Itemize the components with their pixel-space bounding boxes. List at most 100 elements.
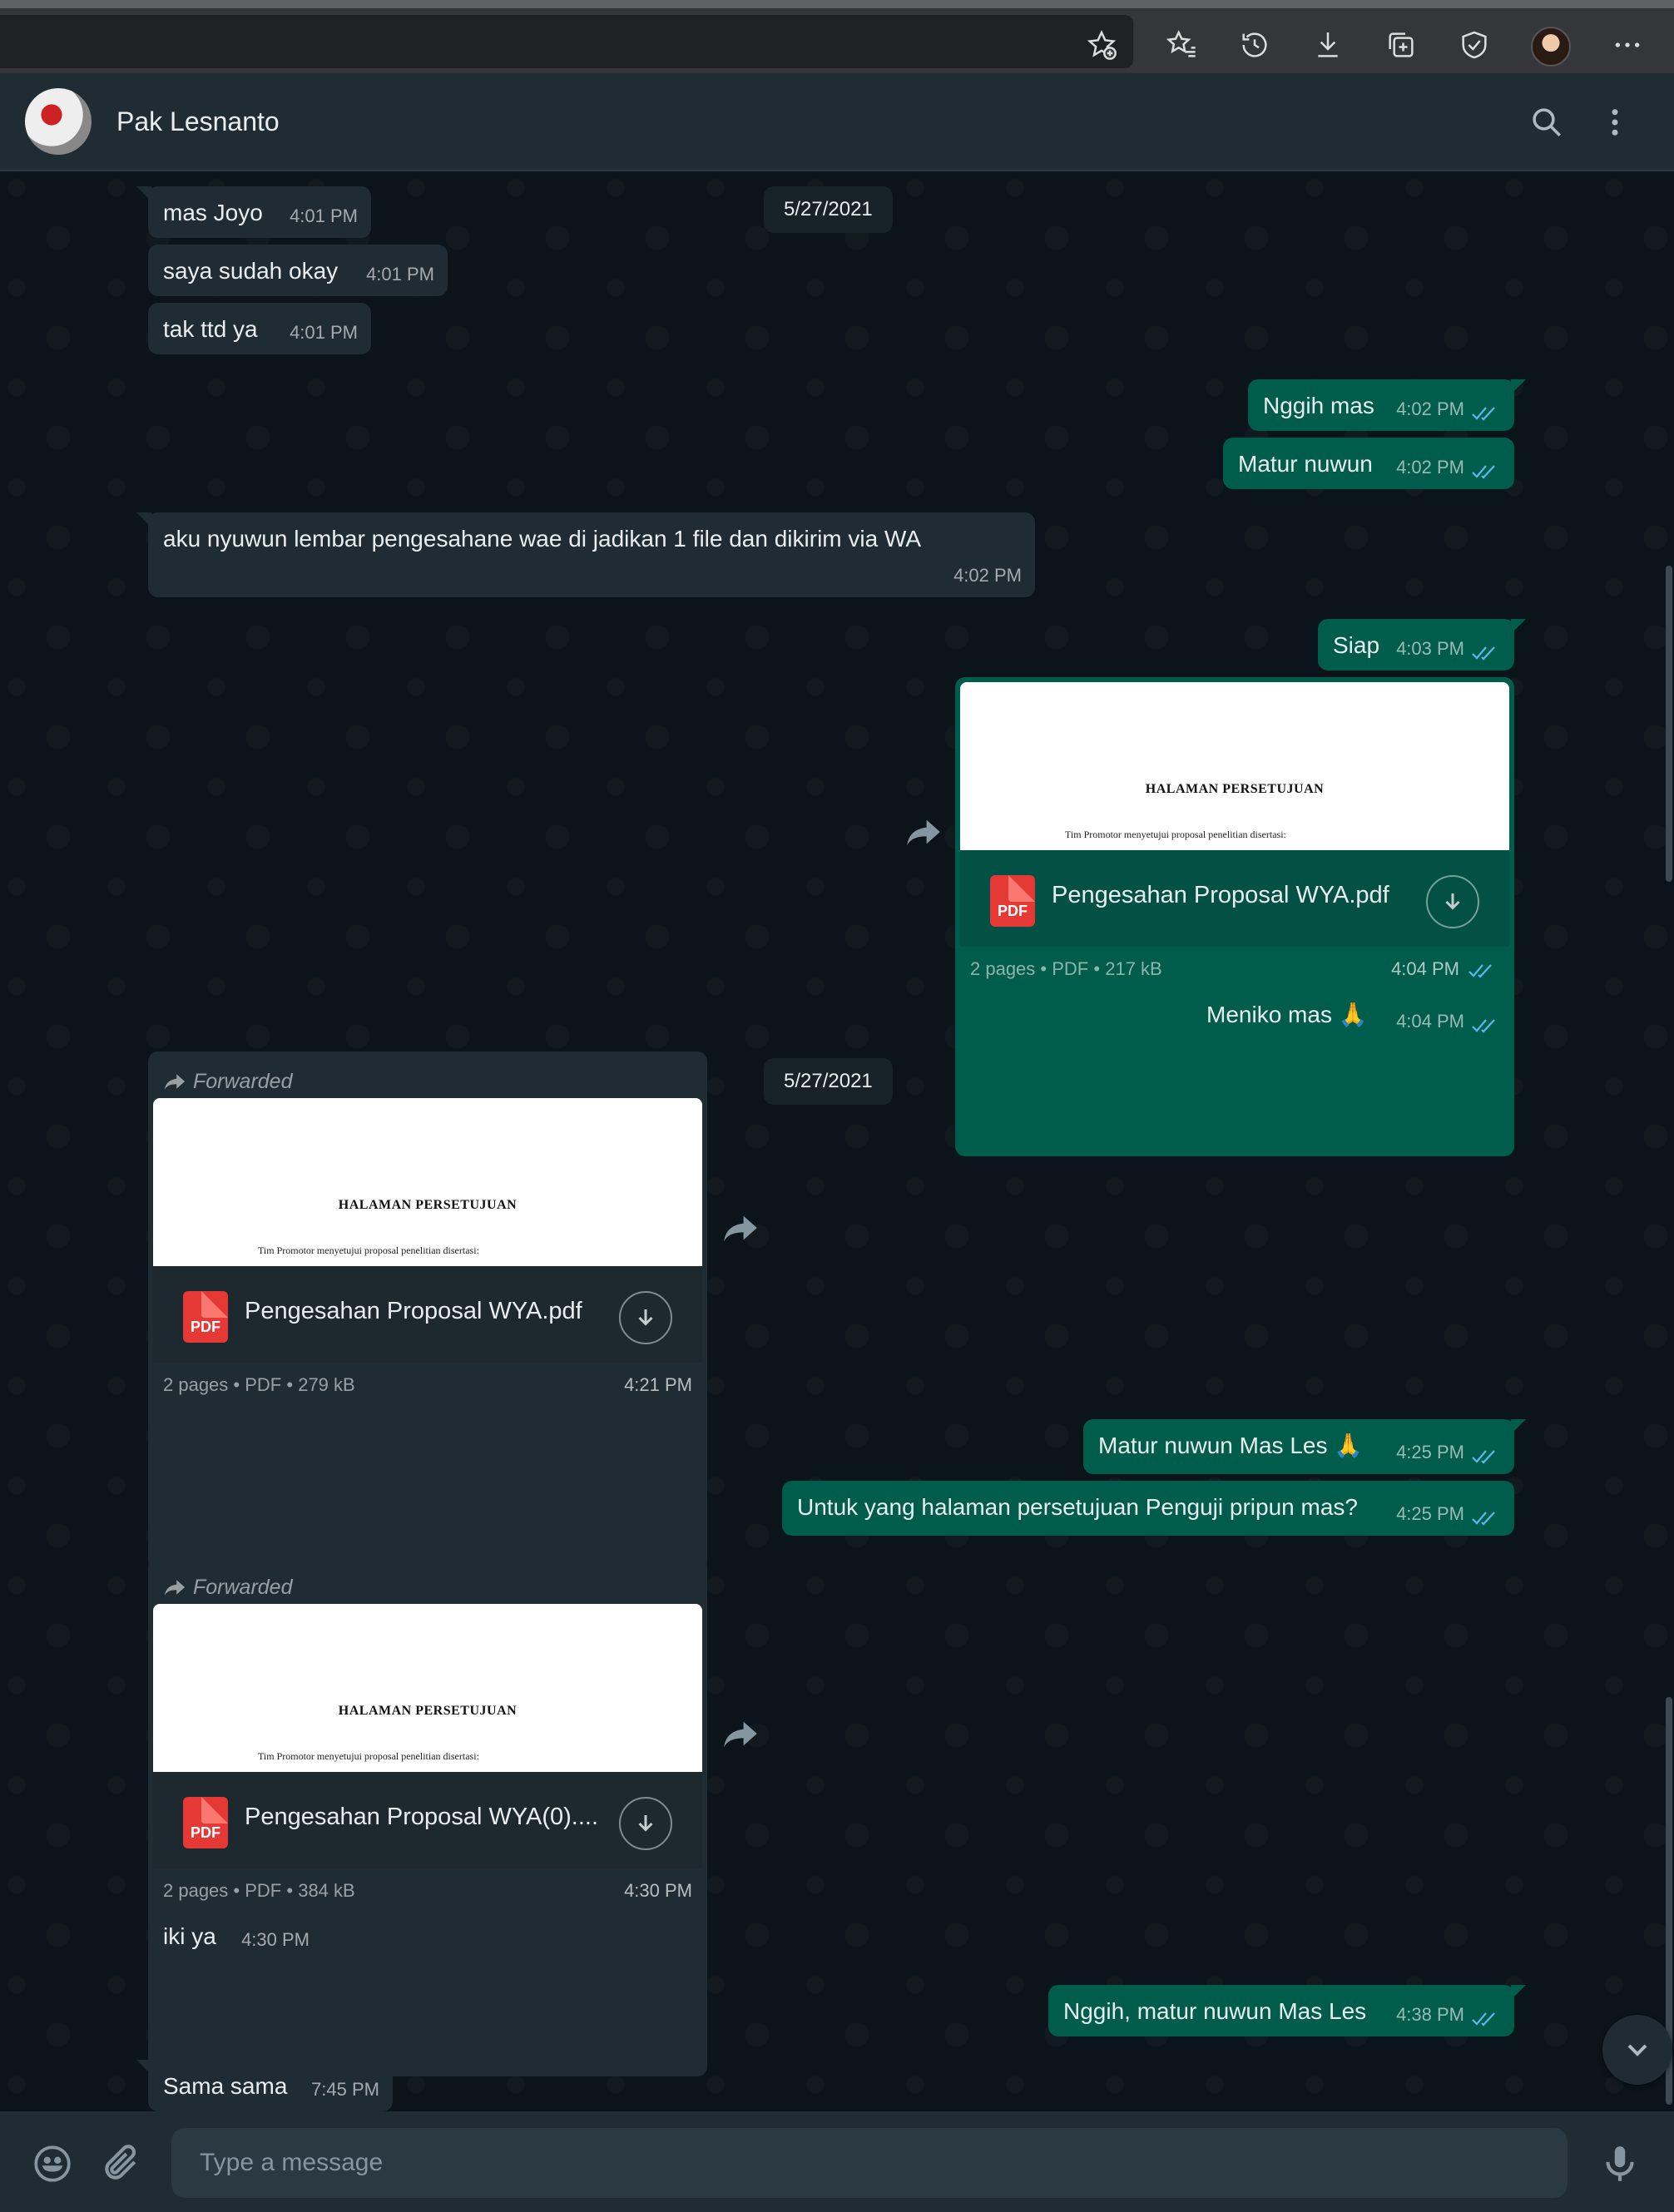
- preview-subtitle: Tim Promotor menyetujui proposal penelit…: [258, 1245, 479, 1256]
- meta-separator: •: [1093, 958, 1101, 979]
- message-incoming[interactable]: mas Joyo 4:01 PM: [136, 186, 371, 238]
- chevron-down-icon: [1627, 2044, 1647, 2056]
- download-button[interactable]: [619, 1797, 672, 1850]
- message-outgoing[interactable]: Siap 4:03 PM: [1318, 619, 1526, 671]
- document-row[interactable]: PDF Pengesahan Proposal WYA.pdf: [960, 850, 1509, 947]
- forwarded-label: Forwarded: [153, 1562, 702, 1604]
- message-text: Sama sama: [163, 2073, 288, 2099]
- document-message-incoming[interactable]: Forwarded HALAMAN PERSETUJUAN Tim Promot…: [148, 1052, 707, 1571]
- date-chip: 5/27/2021: [764, 186, 893, 233]
- message-list[interactable]: 5/27/2021 mas Joyo 4:01 PM saya sudah ok…: [0, 171, 1674, 2111]
- read-ticks-icon: [1468, 964, 1492, 978]
- read-ticks-icon: [1472, 407, 1495, 421]
- message-text: iki ya: [163, 1923, 216, 1949]
- download-button[interactable]: [619, 1291, 672, 1344]
- scroll-to-bottom-button[interactable]: [1602, 2015, 1672, 2085]
- message-outgoing[interactable]: Meniko mas 🙏 4:04 PM: [1191, 988, 1514, 1043]
- message-text: Nggih mas: [1263, 393, 1374, 418]
- message-time: 4:03 PM: [1396, 638, 1464, 659]
- meta-separator: •: [286, 1880, 294, 1901]
- scrollbar[interactable]: [1666, 566, 1672, 882]
- forward-share-icon[interactable]: [905, 817, 942, 847]
- browser-toolbar: [0, 0, 1674, 73]
- document-type: PDF: [245, 1880, 282, 1901]
- document-preview[interactable]: HALAMAN PERSETUJUAN Tim Promotor menyetu…: [153, 1098, 702, 1266]
- message-outgoing[interactable]: Nggih mas 4:02 PM: [1248, 379, 1526, 431]
- message-time: 4:01 PM: [366, 264, 434, 285]
- document-name: Pengesahan Proposal WYA.pdf: [245, 1298, 582, 1324]
- contact-name[interactable]: Pak Lesnanto: [116, 106, 280, 137]
- document-row[interactable]: PDF Pengesahan Proposal WYA(0)....: [153, 1772, 702, 1868]
- message-time: 4:02 PM: [1396, 457, 1464, 478]
- favorites-icon[interactable]: [1161, 25, 1201, 65]
- address-bar[interactable]: [0, 15, 1133, 68]
- message-text: Siap: [1333, 632, 1380, 658]
- meta-separator: •: [233, 1374, 240, 1395]
- pdf-icon: PDF: [183, 1291, 228, 1343]
- read-ticks-icon: [1472, 1450, 1495, 1464]
- document-size: 217 kB: [1105, 958, 1162, 979]
- microphone-icon[interactable]: [1597, 2141, 1642, 2186]
- forward-share-icon[interactable]: [722, 1213, 759, 1243]
- add-favorite-icon[interactable]: [1082, 25, 1122, 65]
- message-time: 4:25 PM: [1396, 1503, 1464, 1524]
- meta-separator: •: [233, 1880, 240, 1901]
- read-ticks-icon: [1472, 1019, 1495, 1033]
- more-icon[interactable]: [1607, 25, 1647, 65]
- pdf-icon: PDF: [183, 1797, 228, 1848]
- history-icon[interactable]: [1235, 25, 1275, 65]
- message-outgoing[interactable]: Matur nuwun 4:02 PM: [1223, 438, 1514, 489]
- message-incoming[interactable]: Sama sama 7:45 PM: [136, 2060, 393, 2111]
- preview-subtitle: Tim Promotor menyetujui proposal penelit…: [1065, 829, 1286, 840]
- downloads-icon[interactable]: [1308, 25, 1348, 65]
- message-time: 4:01 PM: [290, 322, 358, 343]
- message-incoming[interactable]: aku nyuwun lembar pengesahane wae di jad…: [136, 512, 1035, 597]
- browser-essentials-icon[interactable]: [1454, 25, 1494, 65]
- forwarded-text: Forwarded: [193, 1069, 293, 1093]
- preview-subtitle: Tim Promotor menyetujui proposal penelit…: [258, 1750, 479, 1762]
- meta-separator: •: [286, 1374, 294, 1395]
- document-meta: 2 pages • PDF • 384 kB 4:30 PM: [153, 1868, 702, 1912]
- message-time: 4:04 PM: [1391, 958, 1459, 979]
- document-size: 279 kB: [298, 1374, 355, 1395]
- contact-avatar[interactable]: [25, 88, 92, 155]
- document-preview[interactable]: HALAMAN PERSETUJUAN Tim Promotor menyetu…: [153, 1604, 702, 1772]
- message-outgoing[interactable]: Nggih, matur nuwun Mas Les 4:38 PM: [1048, 1985, 1526, 2036]
- message-text: Matur nuwun: [1238, 451, 1373, 477]
- document-size: 384 kB: [298, 1880, 355, 1901]
- forwarded-label: Forwarded: [153, 1057, 702, 1098]
- message-incoming[interactable]: tak ttd ya 4:01 PM: [148, 303, 371, 354]
- collections-icon[interactable]: [1381, 25, 1421, 65]
- document-pages: 2 pages: [970, 958, 1036, 979]
- download-button[interactable]: [1426, 875, 1479, 928]
- document-row[interactable]: PDF Pengesahan Proposal WYA.pdf: [153, 1266, 702, 1363]
- message-input[interactable]: [171, 2128, 1568, 2198]
- read-ticks-icon: [1472, 465, 1495, 479]
- document-message-incoming[interactable]: Forwarded HALAMAN PERSETUJUAN Tim Promot…: [148, 1557, 707, 2076]
- message-text: Meniko mas 🙏: [1206, 1002, 1368, 1027]
- document-pages: 2 pages: [163, 1880, 229, 1901]
- chat-header: Pak Lesnanto: [0, 73, 1674, 171]
- menu-icon[interactable]: [1596, 103, 1634, 141]
- forward-share-icon[interactable]: [722, 1719, 759, 1749]
- message-outgoing[interactable]: Untuk yang halaman persetujuan Penguji p…: [782, 1481, 1514, 1536]
- message-time: 4:25 PM: [1396, 1442, 1464, 1462]
- preview-title: HALAMAN PERSETUJUAN: [1145, 782, 1325, 796]
- message-time: 4:30 PM: [241, 1929, 310, 1950]
- pdf-badge-text: PDF: [191, 1824, 220, 1841]
- message-incoming[interactable]: saya sudah okay 4:01 PM: [148, 245, 448, 296]
- document-preview[interactable]: HALAMAN PERSETUJUAN Tim Promotor menyetu…: [960, 682, 1509, 850]
- document-message-outgoing[interactable]: HALAMAN PERSETUJUAN Tim Promotor menyetu…: [955, 677, 1514, 1156]
- read-ticks-icon: [1472, 2012, 1495, 2026]
- profile-avatar[interactable]: [1531, 27, 1571, 67]
- message-outgoing[interactable]: Matur nuwun Mas Les 🙏 4:25 PM: [1083, 1419, 1526, 1474]
- message-time: 4:04 PM: [1396, 1011, 1464, 1032]
- document-name: Pengesahan Proposal WYA.pdf: [1052, 882, 1389, 908]
- message-incoming[interactable]: iki ya 4:30 PM: [148, 1910, 323, 1962]
- pdf-badge-text: PDF: [191, 1319, 220, 1335]
- search-icon[interactable]: [1528, 103, 1566, 141]
- compose-bar: [0, 2111, 1674, 2212]
- attach-icon[interactable]: [98, 2141, 143, 2186]
- message-time: 4:38 PM: [1396, 2004, 1464, 2025]
- emoji-icon[interactable]: [30, 2141, 75, 2186]
